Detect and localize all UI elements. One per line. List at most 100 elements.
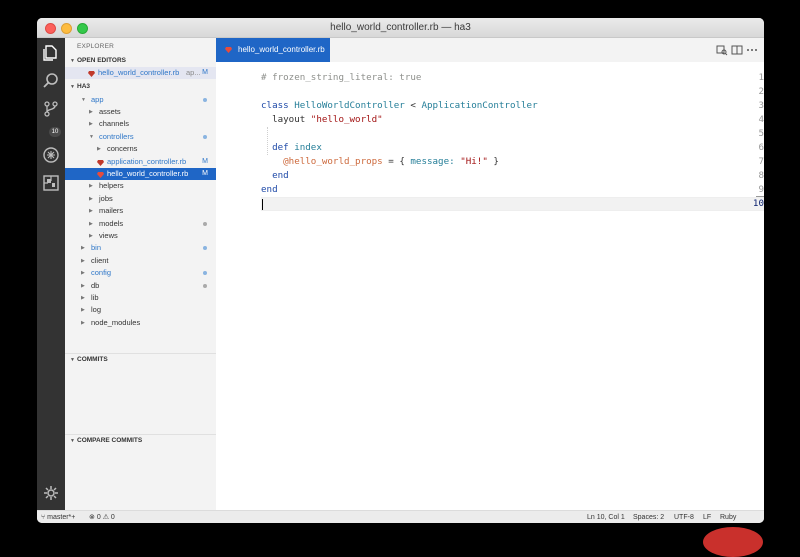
code-line: end [261,169,289,183]
modified-dot [203,97,207,102]
tree-item[interactable]: ▶ models [65,218,216,230]
tree-item-label: assets [99,106,121,116]
chevron-right-icon: ▶ [81,307,85,314]
sidebar-title: EXPLORER [77,43,115,50]
scm-badge: 10 [49,127,61,137]
settings-gear-icon[interactable] [42,484,60,502]
eol-setting[interactable]: LF [703,513,711,522]
more-actions-icon[interactable] [746,44,758,56]
tree-item[interactable]: ▶ db [65,280,216,292]
chevron-down-icon: ▼ [70,58,75,64]
code-token: = { [382,156,411,167]
code-token: message: [410,156,455,167]
debug-icon[interactable] [42,146,60,164]
open-preview-icon[interactable] [716,44,728,56]
language-mode[interactable]: Ruby [720,513,736,522]
code-line: layout "hello_world" [261,113,383,127]
ruby-file-icon [97,171,104,178]
git-branch-icon: ⑂ [41,514,46,521]
code-line: @hello_world_props = { message: "Hi!" } [261,155,499,169]
code-editor[interactable]: 1 2 3 4 5 6 7 8 9 10 # frozen_string_literal: true… [216,62,764,510]
chevron-down-icon: ▼ [70,84,75,90]
chevron-down-icon: ▼ [81,96,86,103]
code-line: end [261,183,278,197]
chevron-right-icon: ▶ [89,220,93,227]
tree-item[interactable]: ▶ node_modules [65,317,216,329]
open-editors-header[interactable]: ▼ OPEN EDITORS [65,55,216,67]
indentation-setting[interactable]: Spaces: 2 [633,513,664,522]
chevron-down-icon: ▼ [70,438,75,444]
modified-dot [203,221,207,226]
tree-item[interactable]: ▶ jobs [65,193,216,205]
tree-item[interactable]: ▶ bin [65,242,216,254]
code-token: } [487,156,499,167]
tree-item-label: lib [91,292,99,302]
tree-item[interactable]: ▶ assets [65,106,216,118]
warning-icon: ⚠ [102,514,109,521]
code-line: # frozen_string_literal: true [261,71,421,85]
tree-item[interactable]: hello_world_controller.rb M [65,167,216,181]
chevron-right-icon: ▶ [89,183,93,190]
chevron-right-icon: ▶ [81,245,85,252]
problems-indicator[interactable]: ⊗ 0 ⚠ 0 [89,513,115,522]
encoding-setting[interactable]: UTF-8 [674,513,694,522]
tree-item-label: config [91,268,112,278]
chevron-right-icon: ▶ [81,294,85,301]
tree-item-label: log [91,305,102,315]
modified-dot [203,134,207,139]
tree-item[interactable]: ▶ log [65,304,216,316]
chevron-right-icon: ▶ [81,257,85,264]
chevron-down-icon: ▼ [89,133,94,140]
tree-item[interactable]: application_controller.rb M [65,156,216,168]
split-editor-icon[interactable] [731,44,743,56]
code-line: def index [261,141,322,155]
search-icon[interactable] [42,72,60,90]
tree-item[interactable]: ▶ lib [65,292,216,304]
branch-indicator[interactable]: ⑂ master*+ [41,513,75,522]
title-bar: hello_world_controller.rb — ha3 [37,18,764,38]
tab-hello-world-controller[interactable]: hello_world_controller.rb [216,38,330,62]
code-token: class [261,100,295,111]
cursor-position[interactable]: Ln 10, Col 1 [587,513,625,522]
line-number: 6 [758,142,764,153]
tab-strip: hello_world_controller.rb [216,38,764,62]
editor-window: hello_world_controller.rb — ha3 10 EXPLO… [37,18,764,523]
editor-area: hello_world_controller.rb 1 2 3 4 5 6 7 8 9 10 # f… [216,38,764,510]
tree-item[interactable]: ▶ config [65,267,216,279]
tab-label: hello_world_controller.rb [238,45,325,54]
tree-item-label: mailers [99,206,124,216]
tree-item[interactable]: ▶ channels [65,118,216,130]
ruby-file-icon [97,159,104,166]
tree-item[interactable]: ▶ helpers [65,180,216,192]
line-number: 7 [758,156,764,167]
line-number: 1 [758,72,764,83]
extensions-icon[interactable] [42,174,60,192]
line-number: 8 [758,170,764,181]
chevron-right-icon: ▶ [89,195,93,202]
commits-header[interactable]: ▼ COMMITS [65,353,216,365]
tree-item-label: jobs [99,193,113,203]
tree-item-label: concerns [107,144,138,154]
source-control-icon[interactable] [42,100,60,118]
line-number: 10 [752,198,764,209]
tree-item[interactable]: ▶ client [65,255,216,267]
tree-item[interactable]: ▶ views [65,230,216,242]
activity-bar: 10 [37,38,65,510]
tree-item[interactable]: ▶ concerns [65,143,216,155]
chevron-right-icon: ▶ [89,108,93,115]
line-number: 4 [758,114,764,125]
code-token: @hello_world_props [283,156,383,167]
explorer-icon[interactable] [42,44,60,62]
compare-commits-header[interactable]: ▼ COMPARE COMMITS [65,434,216,446]
tree-item[interactable]: ▼ controllers [65,131,216,143]
open-editor-item[interactable]: hello_world_controller.rb ap... M [65,67,216,80]
code-token: "hello_world" [310,114,383,125]
workspace-header[interactable]: ▼ HA3 [65,81,216,93]
tree-item[interactable]: ▶ mailers [65,205,216,217]
modified-dot [203,246,207,251]
line-number: 3 [758,100,764,111]
code-token: end [261,170,289,181]
tree-item[interactable]: ▼ app [65,94,216,106]
open-editor-filename: hello_world_controller.rb [98,68,180,77]
modified-dot [203,271,207,276]
